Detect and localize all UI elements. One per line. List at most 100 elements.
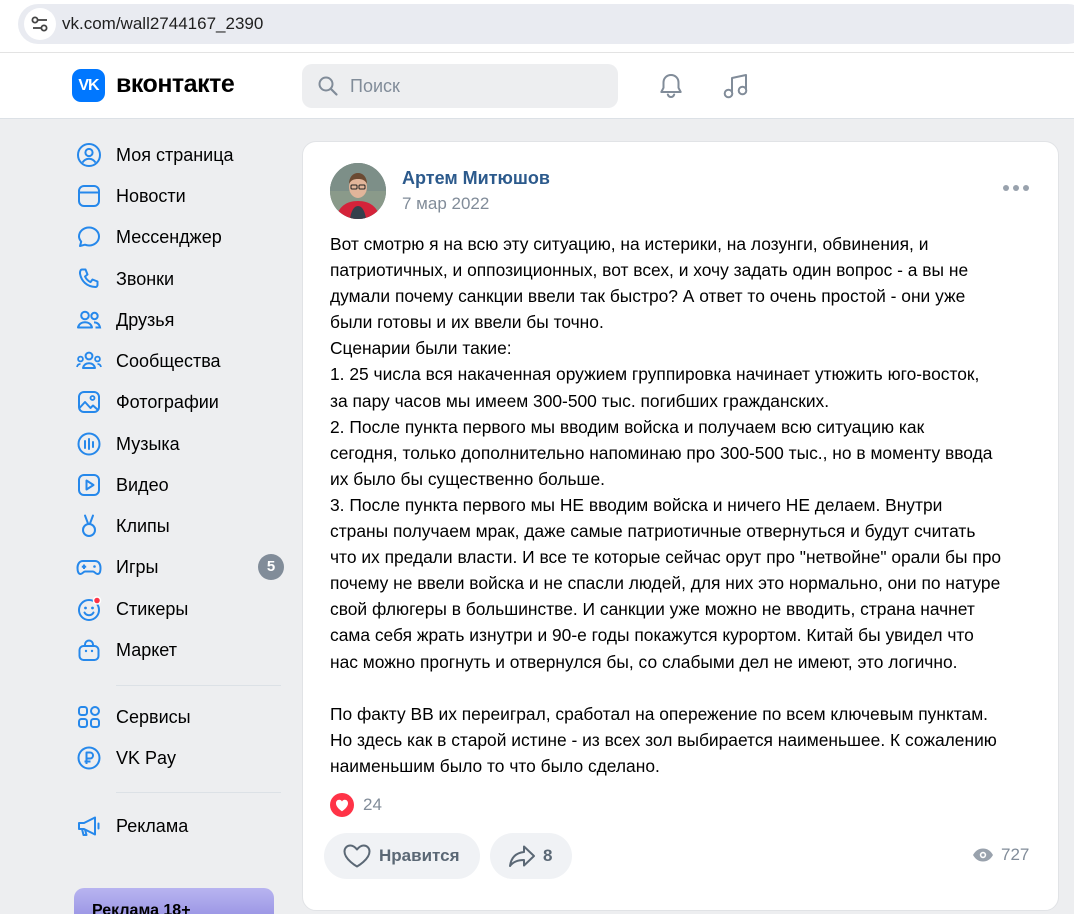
post-text-line: сама себя жрать изнутри и 90-е годы пока… bbox=[330, 625, 974, 646]
like-button[interactable]: Нравится bbox=[324, 833, 480, 879]
music-icon bbox=[70, 429, 108, 459]
post-text-line: патриотичных, и оппозиционных, вот всех,… bbox=[330, 260, 969, 281]
services-icon bbox=[70, 702, 108, 732]
sidebar-item-label: Мессенджер bbox=[116, 226, 222, 247]
share-icon bbox=[509, 845, 535, 867]
sidebar-item-friends[interactable]: Друзья bbox=[70, 300, 288, 340]
more-options-icon[interactable] bbox=[1003, 182, 1029, 194]
sidebar-item-label: Видео bbox=[116, 474, 169, 495]
vk-logo-icon[interactable]: VK bbox=[72, 69, 105, 102]
sidebar-item-label: Музыка bbox=[116, 433, 180, 454]
post-text-line: что их предали власти. И все те которые … bbox=[330, 547, 1002, 568]
sidebar-item-news[interactable]: Новости bbox=[70, 176, 288, 216]
sidebar-item-games[interactable]: Игры 5 bbox=[70, 547, 288, 587]
like-label: Нравится bbox=[379, 846, 460, 865]
sidebar-item-label: Клипы bbox=[116, 515, 170, 536]
post-text-line: сегодня, только дополнительно напоминаю … bbox=[330, 442, 993, 463]
sidebar-item-label: Друзья bbox=[116, 309, 175, 330]
site-header: VK вконтакте bbox=[0, 53, 1074, 119]
post-text-line: 1. 25 числа вся накаченная оружием групп… bbox=[330, 364, 980, 385]
message-icon bbox=[70, 222, 108, 252]
sidebar-item-services[interactable]: Сервисы bbox=[70, 697, 288, 737]
phone-icon bbox=[70, 264, 108, 294]
sidebar-divider bbox=[116, 792, 281, 793]
site-settings-icon[interactable] bbox=[24, 8, 56, 40]
vkpay-icon bbox=[70, 743, 108, 773]
search-icon bbox=[318, 76, 338, 96]
post-text-line: нас можно прогнуть и отвернулся бы, со с… bbox=[330, 651, 958, 672]
friends-icon bbox=[70, 305, 108, 335]
views-count: 727 bbox=[1001, 845, 1030, 864]
reaction-count: 24 bbox=[363, 795, 382, 814]
browser-toolbar: vk.com/wall2744167_2390 bbox=[0, 0, 1074, 53]
sidebar-item-photos[interactable]: Фотографии bbox=[70, 382, 288, 422]
post-text-line: Сценарии были такие: bbox=[330, 338, 512, 359]
sidebar-item-label: Моя страница bbox=[116, 144, 234, 165]
post-date[interactable]: 7 мар 2022 bbox=[402, 194, 489, 214]
vk-logo-text[interactable]: вконтакте bbox=[116, 70, 235, 99]
post-text-line: свой флюгеры в большинстве. И санкции уж… bbox=[330, 599, 975, 620]
post-text-line: Но здесь как в старой истине - из всех з… bbox=[330, 729, 997, 750]
market-icon bbox=[70, 635, 108, 665]
bell-icon[interactable] bbox=[655, 70, 687, 102]
post-text-line bbox=[330, 675, 1040, 701]
author-avatar[interactable] bbox=[330, 163, 386, 219]
sidebar-item-communities[interactable]: Сообщества bbox=[70, 341, 288, 381]
sidebar-item-my-page[interactable]: Моя страница bbox=[70, 135, 288, 175]
eye-icon bbox=[973, 848, 993, 862]
address-bar[interactable]: vk.com/wall2744167_2390 bbox=[18, 4, 1074, 44]
post-author[interactable]: Артем Митюшов bbox=[402, 168, 550, 189]
sidebar-item-label: Новости bbox=[116, 185, 186, 206]
heart-icon bbox=[343, 844, 371, 868]
clips-icon bbox=[70, 511, 108, 541]
post-text-line: почему не ввели войска и не спасли людей… bbox=[330, 573, 1001, 594]
search-box[interactable] bbox=[302, 64, 618, 108]
post-text-line: были готовы и их ввели бы точно. bbox=[330, 312, 604, 333]
post-text-line: 3. После пункта первого мы НЕ вводим вой… bbox=[330, 494, 943, 515]
sidebar-item-label: Звонки bbox=[116, 268, 175, 289]
sidebar-item-label: VK Pay bbox=[116, 747, 177, 768]
photos-icon bbox=[70, 387, 108, 417]
sidebar-item-label: Фотографии bbox=[116, 391, 219, 412]
stickers-icon bbox=[70, 594, 108, 624]
views-counter: 727 bbox=[972, 845, 1029, 865]
ad-banner-label: Реклама 18+ bbox=[92, 902, 191, 914]
post-text-line: их было бы существенно больше. bbox=[330, 468, 606, 489]
share-count: 8 bbox=[543, 846, 553, 865]
reactions-summary[interactable]: 24 bbox=[330, 793, 382, 817]
games-count-badge: 5 bbox=[258, 554, 284, 580]
sidebar-item-label: Игры bbox=[116, 556, 159, 577]
sidebar-item-vkpay[interactable]: VK Pay bbox=[70, 738, 288, 778]
sidebar-item-video[interactable]: Видео bbox=[70, 465, 288, 505]
music-icon[interactable] bbox=[720, 70, 752, 102]
sidebar-item-label: Реклама bbox=[116, 815, 189, 836]
address-url[interactable]: vk.com/wall2744167_2390 bbox=[62, 14, 263, 34]
sidebar-item-label: Сообщества bbox=[116, 350, 221, 371]
sidebar-item-calls[interactable]: Звонки bbox=[70, 259, 288, 299]
post-text-line: страны получаем мрак, даже самые патриот… bbox=[330, 521, 976, 542]
sidebar-item-market[interactable]: Маркет bbox=[70, 630, 288, 670]
wall-post: Артем Митюшов 7 мар 2022 Вот смотрю я на… bbox=[302, 141, 1059, 911]
communities-icon bbox=[70, 346, 108, 376]
newsfeed-icon bbox=[70, 181, 108, 211]
sidebar-item-label: Сервисы bbox=[116, 706, 191, 727]
sidebar-item-stickers[interactable]: Стикеры bbox=[70, 589, 288, 629]
ad-banner[interactable]: Реклама 18+ bbox=[74, 888, 274, 914]
sidebar-item-ads[interactable]: Реклама bbox=[70, 806, 288, 846]
search-input[interactable] bbox=[350, 64, 600, 108]
user-circle-icon bbox=[70, 140, 108, 170]
sidebar-item-clips[interactable]: Клипы bbox=[70, 506, 288, 546]
sidebar-divider bbox=[116, 685, 281, 686]
megaphone-icon bbox=[70, 811, 108, 841]
video-icon bbox=[70, 470, 108, 500]
share-button[interactable]: 8 bbox=[490, 833, 572, 879]
post-text-line: По факту ВВ их переиграл, сработал на оп… bbox=[330, 703, 988, 724]
post-text-line: думали почему санкции ввели так быстро? … bbox=[330, 286, 966, 307]
sidebar-item-label: Стикеры bbox=[116, 598, 189, 619]
sidebar-item-music[interactable]: Музыка bbox=[70, 424, 288, 464]
post-text: Вот смотрю я на всю эту ситуацию, на ист… bbox=[330, 231, 1040, 779]
post-text-line: за пару часов мы имеем 300-500 тыс. поги… bbox=[330, 390, 830, 411]
heart-reaction-icon bbox=[330, 793, 354, 817]
sidebar-item-label: Маркет bbox=[116, 639, 177, 660]
sidebar-item-messenger[interactable]: Мессенджер bbox=[70, 217, 288, 257]
